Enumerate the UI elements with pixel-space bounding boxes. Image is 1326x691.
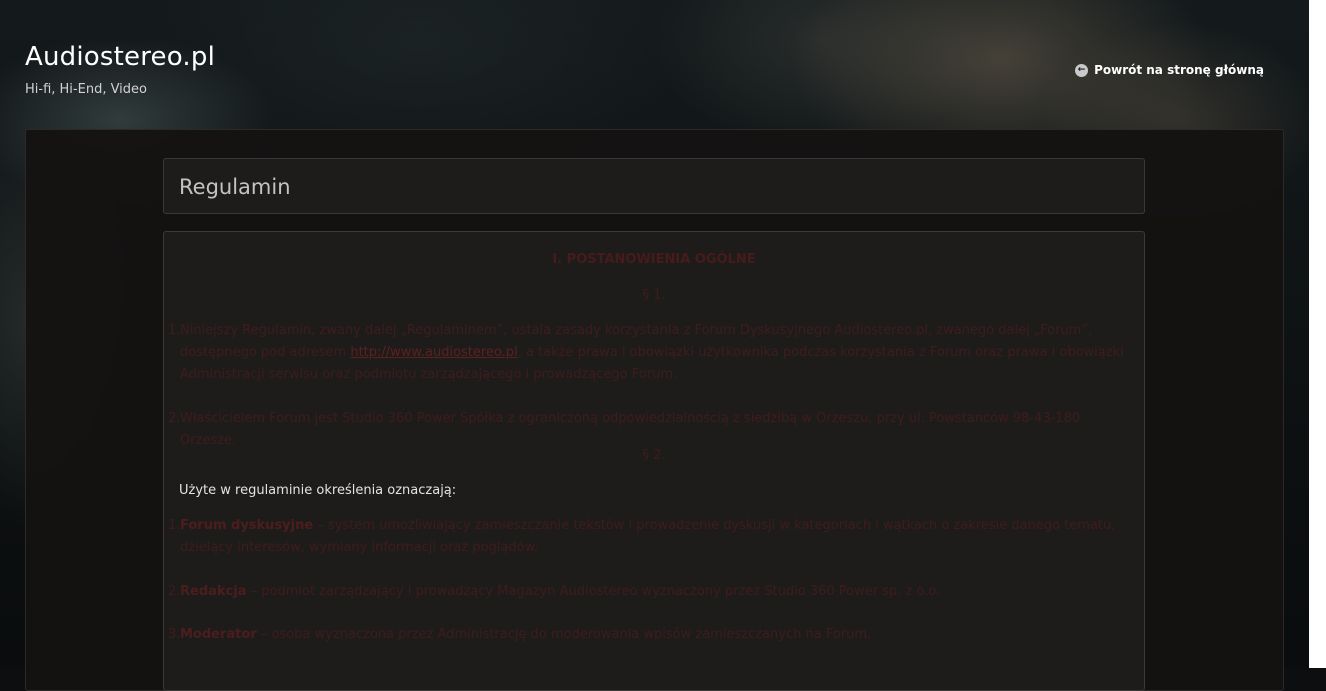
item-number: 2. <box>168 584 181 599</box>
regulations-content: I. POSTANOWIENIA OGÓLNE § 1. 1. Niniejsz… <box>163 231 1145 691</box>
item-number: 1. <box>168 518 181 533</box>
item-number: 3. <box>168 627 181 642</box>
item-number: 1. <box>168 323 181 338</box>
page-title-box: Regulamin <box>163 158 1145 214</box>
definition-text: – podmiot zarządzający i prowadzący Maga… <box>246 584 941 599</box>
site-tagline: Hi-fi, Hi-End, Video <box>25 82 148 97</box>
definition-term: Moderator <box>180 627 257 642</box>
list-item: 1. Forum dyskusyjne – system umożliwiają… <box>168 515 1130 559</box>
arrow-left-circle-icon: ← <box>1075 63 1089 77</box>
list-item: 3. Moderator – osoba wyznaczona przez Ad… <box>168 624 1130 646</box>
window-gutter <box>1309 0 1326 668</box>
paragraph-mark-2: § 2. <box>642 448 666 463</box>
list-item: 2. Redakcja – podmiot zarządzający i pro… <box>168 581 1130 603</box>
definition-term: Forum dyskusyjne <box>180 518 314 533</box>
paragraph-mark-1: § 1. <box>642 288 666 303</box>
site-title[interactable]: Audiostereo.pl <box>25 42 215 72</box>
back-link-label: Powrót na stronę główną <box>1094 63 1264 77</box>
definitions-intro: Użyte w regulaminie określenia oznaczają… <box>179 483 457 498</box>
section-heading: I. POSTANOWIENIA OGÓLNE <box>552 252 756 267</box>
definition-term: Redakcja <box>180 584 247 599</box>
definition-text: – osoba wyznaczona przez Administrację d… <box>256 627 872 642</box>
back-to-home-link[interactable]: ← Powrót na stronę główną <box>1075 63 1264 77</box>
list-item: 1. Niniejszy Regulamin, zwany dalej „Reg… <box>168 320 1130 386</box>
item-number: 2. <box>168 411 181 426</box>
definition-text: – system umożliwiający zamieszczanie tek… <box>180 518 1116 555</box>
forum-url-link[interactable]: http://www.audiostereo.pl <box>350 345 517 360</box>
page-title: Regulamin <box>179 175 291 199</box>
item-text: Właścicielem Forum jest Studio 360 Power… <box>180 411 1081 448</box>
